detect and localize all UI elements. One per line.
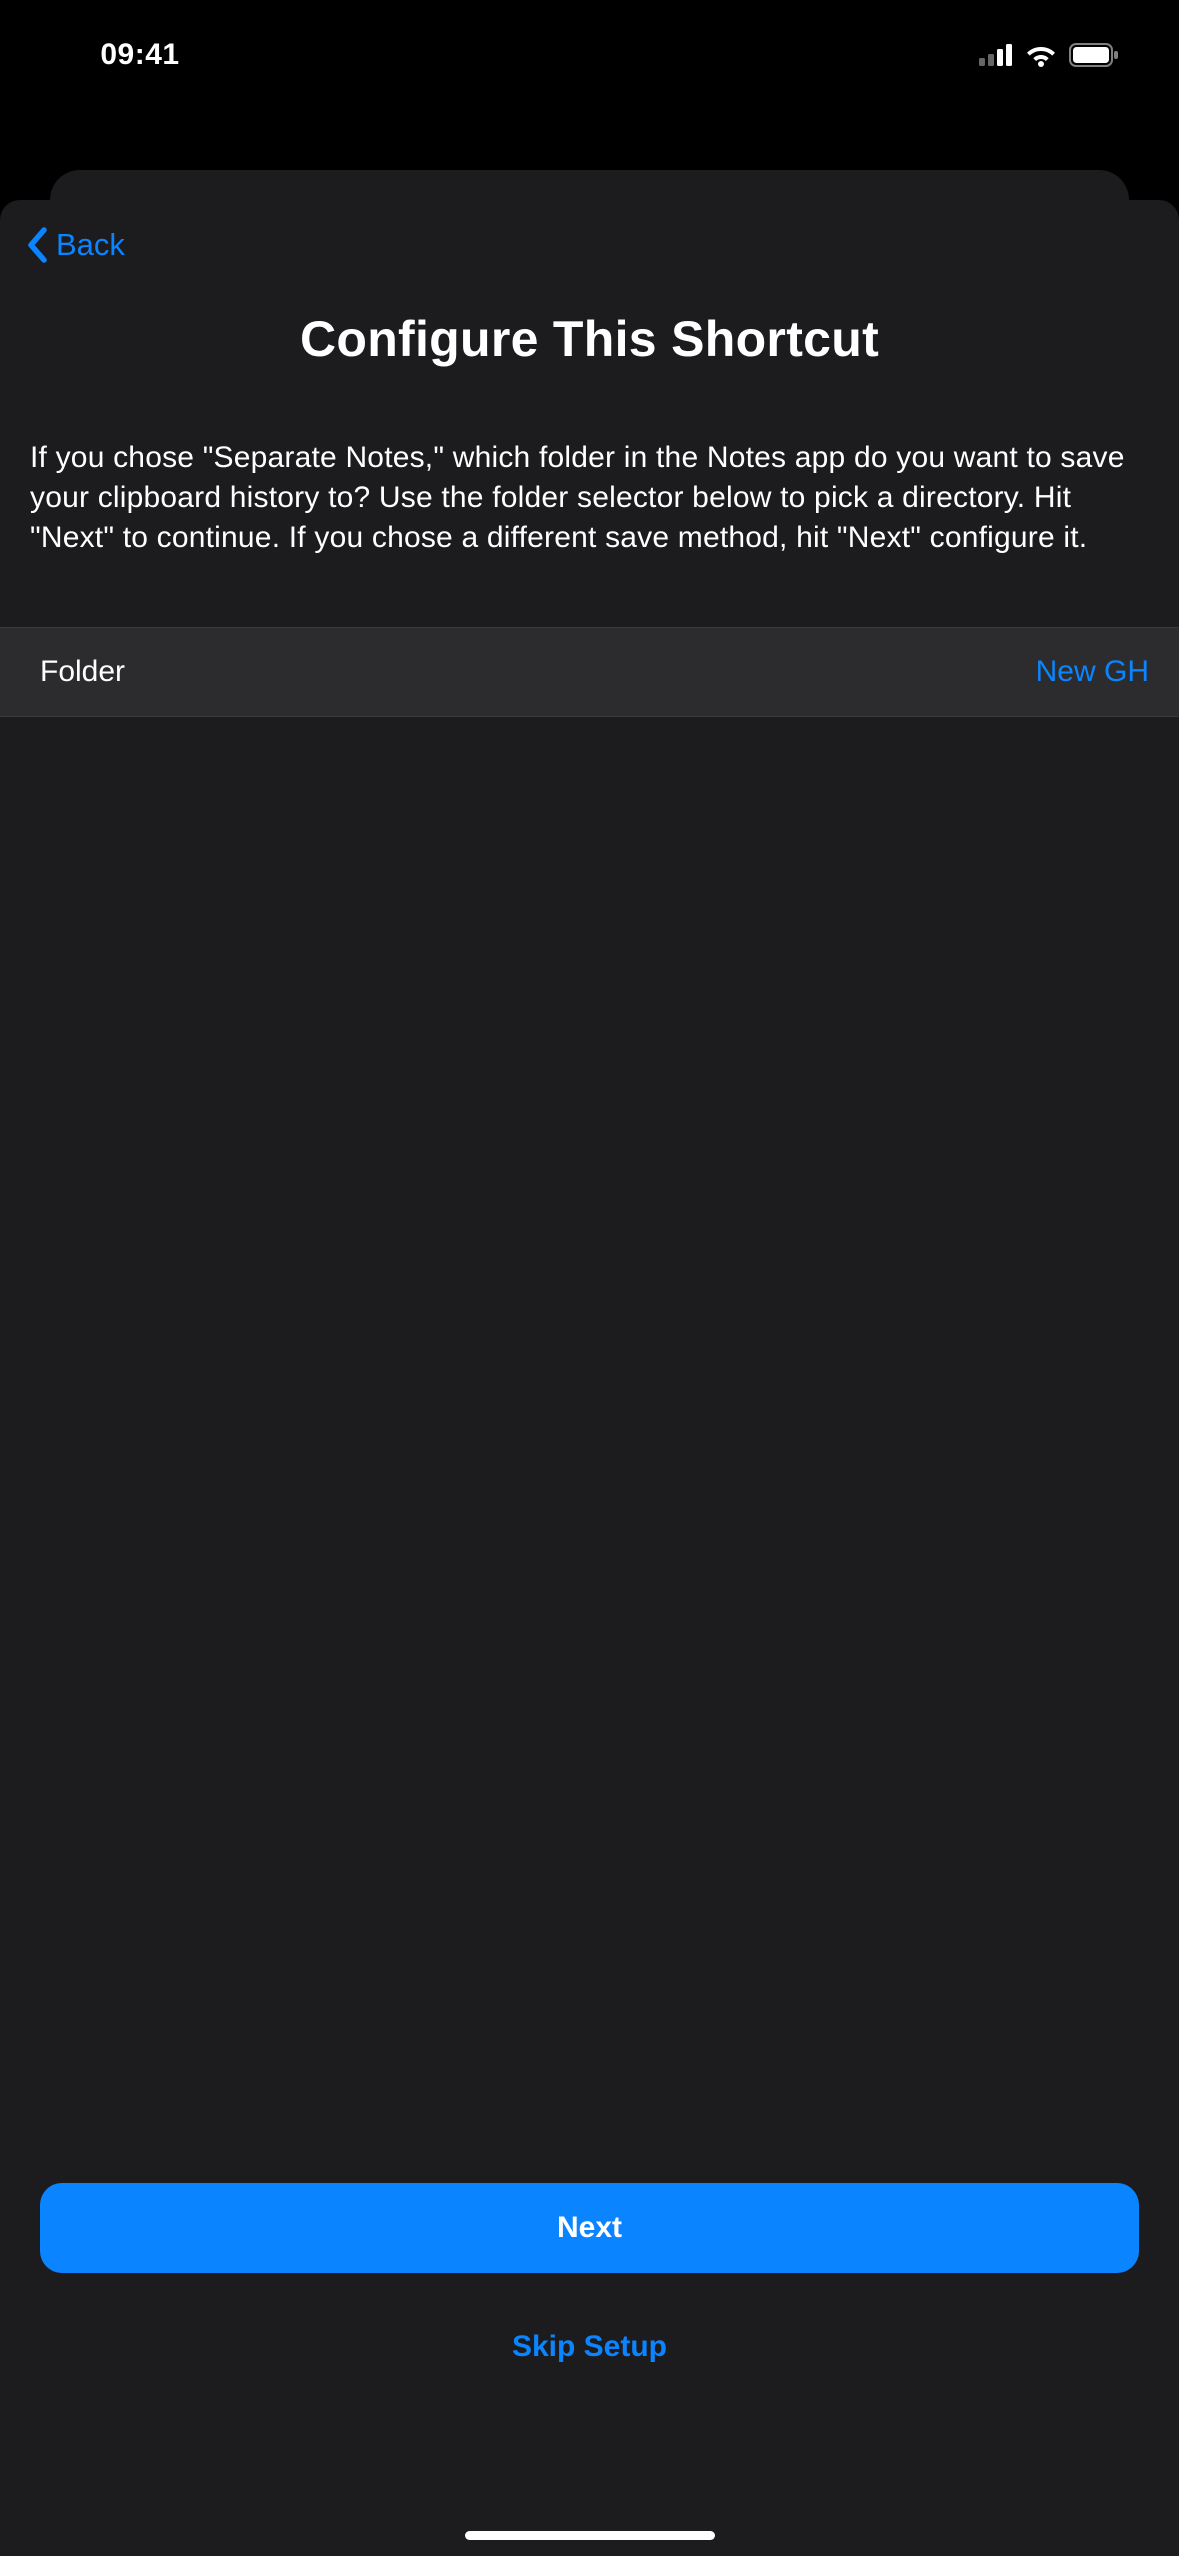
- folder-selector-row[interactable]: Folder New GH: [0, 627, 1179, 717]
- page-title: Configure This Shortcut: [0, 310, 1179, 368]
- configure-sheet: Back Configure This Shortcut If you chos…: [0, 200, 1179, 2556]
- wifi-icon: [1025, 43, 1057, 67]
- folder-value-button[interactable]: New GH: [1036, 655, 1149, 689]
- battery-icon: [1069, 43, 1119, 67]
- next-button[interactable]: Next: [40, 2183, 1139, 2273]
- folder-label: Folder: [40, 655, 125, 689]
- page-description: If you chose "Separate Notes," which fol…: [0, 438, 1179, 559]
- spacer: [0, 717, 1179, 2183]
- back-button[interactable]: Back: [18, 219, 133, 271]
- chevron-left-icon: [26, 227, 48, 263]
- skip-setup-button[interactable]: Skip Setup: [40, 2318, 1139, 2376]
- status-time: 09:41: [0, 38, 280, 72]
- back-label: Back: [56, 227, 125, 263]
- cellular-signal-icon: [979, 44, 1013, 66]
- sheet-content: Configure This Shortcut If you chose "Se…: [0, 290, 1179, 2556]
- status-icons: [979, 43, 1119, 67]
- bottom-actions: Next Skip Setup: [0, 2183, 1179, 2556]
- status-bar: 09:41: [0, 0, 1179, 110]
- home-indicator: [465, 2531, 715, 2540]
- navigation-bar: Back: [0, 200, 1179, 290]
